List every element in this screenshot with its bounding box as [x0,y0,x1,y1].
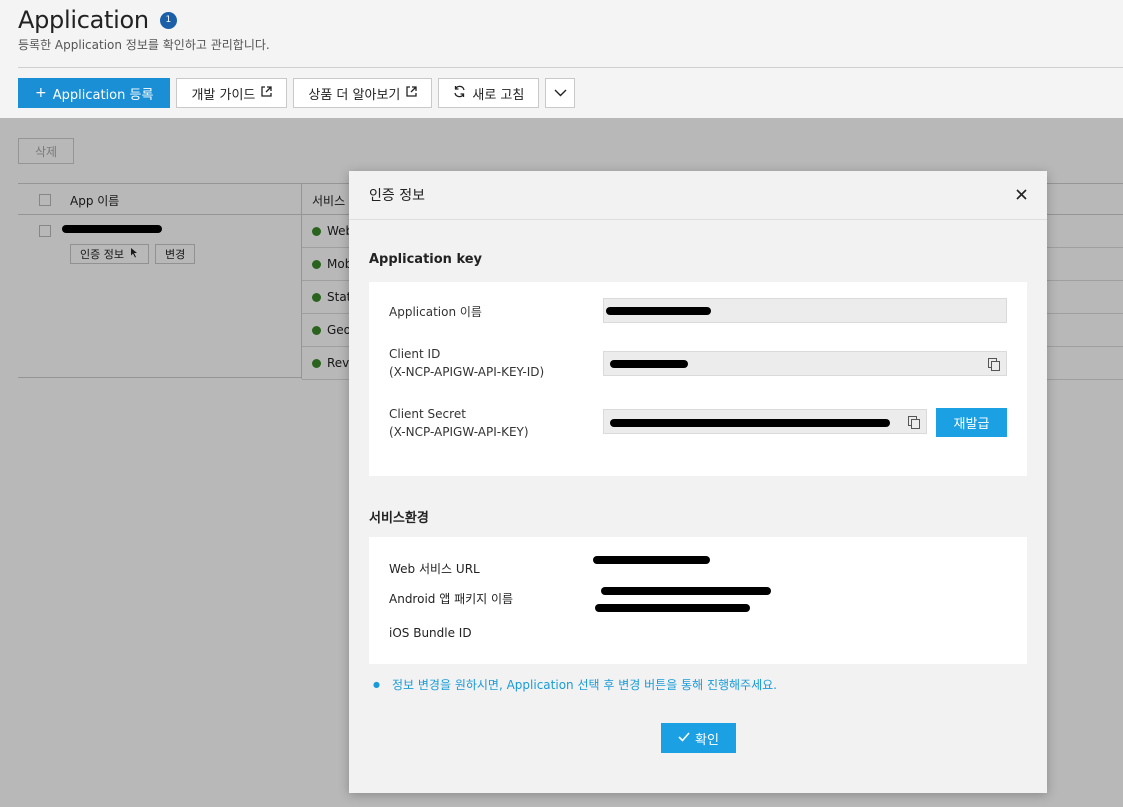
more-dropdown-button[interactable] [545,78,576,108]
auth-info-modal: 인증 정보 Application key Application 이름 Cli… [349,171,1047,793]
copy-icon[interactable] [908,416,920,429]
refresh-button[interactable]: 새로 고침 [438,78,540,108]
product-info-label: 상품 더 알아보기 [308,87,401,103]
header-divider [18,67,1123,68]
client-id-field [603,351,1007,376]
app-name-label: Application 이름 [389,305,482,319]
client-secret-label: Client Secret (X-NCP-APIGW-API-KEY) [389,405,529,441]
check-icon [678,731,690,746]
register-application-label: Application 등록 [52,87,154,103]
ios-bundle-label: iOS Bundle ID [389,626,472,640]
page-header: Application 1 등록한 Application 정보를 확인하고 관… [18,6,270,53]
client-id-label-line2: (X-NCP-APIGW-API-KEY-ID) [389,365,545,379]
confirm-button[interactable]: 확인 [661,723,736,753]
app-name-field [603,298,1007,323]
toolbar: + Application 등록 개발 가이드 상품 더 알아보기 새로 고침 [18,78,576,108]
register-application-button[interactable]: + Application 등록 [18,78,171,108]
client-id-label-line1: Client ID [389,347,441,361]
refresh-icon [453,85,466,102]
page-subtitle: 등록한 Application 정보를 확인하고 관리합니다. [18,38,270,52]
client-secret-redacted [610,419,890,427]
refresh-label: 새로 고침 [472,87,525,103]
page-title: Application [18,6,149,34]
modal-title: 인증 정보 [369,188,425,204]
dev-guide-button[interactable]: 개발 가이드 [176,78,288,108]
client-secret-label-line2: (X-NCP-APIGW-API-KEY) [389,425,529,439]
notice-text: ● 정보 변경을 원하시면, Application 선택 후 변경 버튼을 통… [373,676,777,693]
notice-message: 정보 변경을 원하시면, Application 선택 후 변경 버튼을 통해 … [391,678,777,692]
client-id-redacted [610,360,688,368]
external-link-icon [261,86,273,100]
client-id-label: Client ID (X-NCP-APIGW-API-KEY-ID) [389,345,544,381]
application-key-section-title: Application key [369,252,483,267]
android-package-redacted [601,587,771,595]
service-env-section-title: 서비스환경 [369,511,429,526]
bullet-icon: ● [373,680,380,689]
client-secret-field [603,409,927,434]
product-info-button[interactable]: 상품 더 알아보기 [293,78,433,108]
application-key-panel: Application 이름 Client ID (X-NCP-APIGW-AP… [369,282,1027,476]
copy-icon[interactable] [988,358,1000,371]
web-url-redacted [593,556,710,564]
confirm-label: 확인 [695,732,719,748]
client-secret-label-line1: Client Secret [389,407,466,421]
dev-guide-label: 개발 가이드 [191,87,256,103]
modal-header: 인증 정보 [349,171,1047,220]
plus-icon: + [35,85,47,101]
external-link-icon [406,86,418,100]
web-url-label: Web 서비스 URL [389,562,480,576]
chevron-down-icon [554,86,567,101]
reissue-button[interactable]: 재발급 [936,408,1007,437]
close-icon[interactable] [1016,186,1027,204]
android-package-redacted [595,604,750,612]
app-name-redacted [606,307,711,315]
page-title-row: Application 1 [18,6,270,34]
service-env-panel: Web 서비스 URL Android 앱 패키지 이름 iOS Bundle … [369,537,1027,664]
android-package-label: Android 앱 패키지 이름 [389,592,514,606]
count-badge: 1 [159,11,177,29]
